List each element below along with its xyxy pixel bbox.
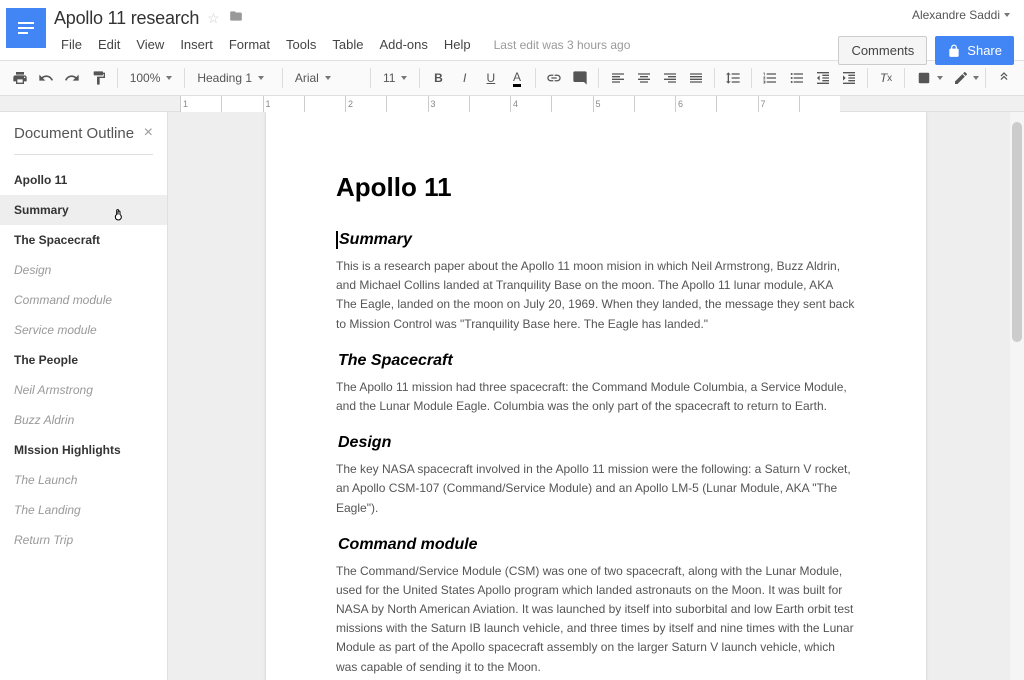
clear-formatting-icon[interactable]: Tx	[874, 65, 898, 91]
document-title[interactable]: Apollo 11 research	[54, 8, 199, 29]
outline-item[interactable]: The People	[0, 345, 167, 375]
outline-item[interactable]: Summary	[0, 195, 167, 225]
font-size-dropdown[interactable]: 11	[377, 65, 413, 91]
bold-icon[interactable]: B	[426, 65, 450, 91]
editing-mode-icon[interactable]	[953, 65, 979, 91]
tools-dropdown-icon[interactable]	[911, 65, 949, 91]
menu-bar: File Edit View Insert Format Tools Table…	[54, 33, 838, 56]
title-area: Apollo 11 research ☆ File Edit View Inse…	[54, 6, 838, 56]
outline-title: Document Outline	[14, 125, 134, 142]
outline-item[interactable]: Service module	[0, 315, 167, 345]
lock-icon	[947, 44, 961, 58]
paint-format-icon[interactable]	[87, 65, 111, 91]
outline-item[interactable]: Return Trip	[0, 525, 167, 555]
folder-icon[interactable]	[228, 9, 244, 28]
chevron-down-icon	[1004, 13, 1010, 17]
menu-addons[interactable]: Add-ons	[372, 33, 434, 56]
bulleted-list-icon[interactable]	[784, 65, 808, 91]
section-body[interactable]: This is a research paper about the Apoll…	[336, 257, 856, 334]
star-icon[interactable]: ☆	[207, 10, 220, 27]
outline-item[interactable]: MIssion Highlights	[0, 435, 167, 465]
menu-edit[interactable]: Edit	[91, 33, 127, 56]
outline-item[interactable]: Neil Armstrong	[0, 375, 167, 405]
align-center-icon[interactable]	[632, 65, 656, 91]
menu-format[interactable]: Format	[222, 33, 277, 56]
comments-button[interactable]: Comments	[838, 36, 927, 65]
indent-decrease-icon[interactable]	[811, 65, 835, 91]
font-dropdown[interactable]: Arial	[289, 65, 364, 91]
section-heading[interactable]: Command module	[336, 536, 856, 554]
align-justify-icon[interactable]	[684, 65, 708, 91]
last-edit-text: Last edit was 3 hours ago	[494, 38, 631, 52]
menu-table[interactable]: Table	[325, 33, 370, 56]
outline-item[interactable]: Apollo 11	[0, 165, 167, 195]
account-menu[interactable]: Alexandre Saddi	[912, 8, 1014, 22]
italic-icon[interactable]: I	[453, 65, 477, 91]
menu-view[interactable]: View	[129, 33, 171, 56]
outline-panel: Document Outline × Apollo 11SummaryThe S…	[0, 112, 168, 680]
menu-file[interactable]: File	[54, 33, 89, 56]
section-body[interactable]: The Apollo 11 mission had three spacecra…	[336, 378, 856, 416]
section-heading[interactable]: Summary	[336, 231, 856, 249]
document-h1[interactable]: Apollo 11	[336, 172, 856, 203]
outline-item[interactable]: Design	[0, 255, 167, 285]
vertical-scrollbar[interactable]	[1010, 112, 1024, 680]
outline-item[interactable]: The Landing	[0, 495, 167, 525]
document-area[interactable]: Apollo 11 Summary This is a research pape…	[168, 112, 1024, 680]
comment-icon[interactable]	[568, 65, 592, 91]
link-icon[interactable]	[542, 65, 566, 91]
print-icon[interactable]	[8, 65, 32, 91]
menu-insert[interactable]: Insert	[173, 33, 220, 56]
menu-help[interactable]: Help	[437, 33, 478, 56]
line-spacing-icon[interactable]	[721, 65, 745, 91]
toolbar: 100% Heading 1 Arial 11 B I U A Tx	[0, 60, 1024, 96]
outline-item[interactable]: The Spacecraft	[0, 225, 167, 255]
scroll-thumb[interactable]	[1012, 122, 1022, 342]
align-left-icon[interactable]	[605, 65, 629, 91]
collapse-toolbar-icon[interactable]	[992, 65, 1016, 91]
section-heading[interactable]: Design	[336, 434, 856, 452]
text-color-icon[interactable]: A	[505, 65, 529, 91]
outline-item[interactable]: The Launch	[0, 465, 167, 495]
redo-icon[interactable]	[60, 65, 84, 91]
menu-tools[interactable]: Tools	[279, 33, 323, 56]
section-body[interactable]: The key NASA spacecraft involved in the …	[336, 460, 856, 518]
section-heading[interactable]: The Spacecraft	[336, 352, 856, 370]
outline-item[interactable]: Command module	[0, 285, 167, 315]
header-right: Alexandre Saddi Comments Share	[838, 6, 1014, 65]
divider	[14, 154, 153, 155]
align-right-icon[interactable]	[658, 65, 682, 91]
page[interactable]: Apollo 11 Summary This is a research pape…	[266, 112, 926, 680]
app-header: Apollo 11 research ☆ File Edit View Inse…	[0, 0, 1024, 60]
share-label: Share	[967, 43, 1002, 58]
numbered-list-icon[interactable]	[758, 65, 782, 91]
account-name: Alexandre Saddi	[912, 8, 1000, 22]
style-dropdown[interactable]: Heading 1	[191, 65, 276, 91]
zoom-dropdown[interactable]: 100%	[124, 65, 179, 91]
close-icon[interactable]: ×	[144, 124, 153, 142]
outline-item[interactable]: Buzz Aldrin	[0, 405, 167, 435]
share-button[interactable]: Share	[935, 36, 1014, 65]
indent-increase-icon[interactable]	[837, 65, 861, 91]
ruler: 11234567	[0, 96, 1024, 112]
docs-logo-icon[interactable]	[6, 8, 46, 48]
undo-icon[interactable]	[34, 65, 58, 91]
underline-icon[interactable]: U	[479, 65, 503, 91]
section-body[interactable]: The Command/Service Module (CSM) was one…	[336, 562, 856, 677]
